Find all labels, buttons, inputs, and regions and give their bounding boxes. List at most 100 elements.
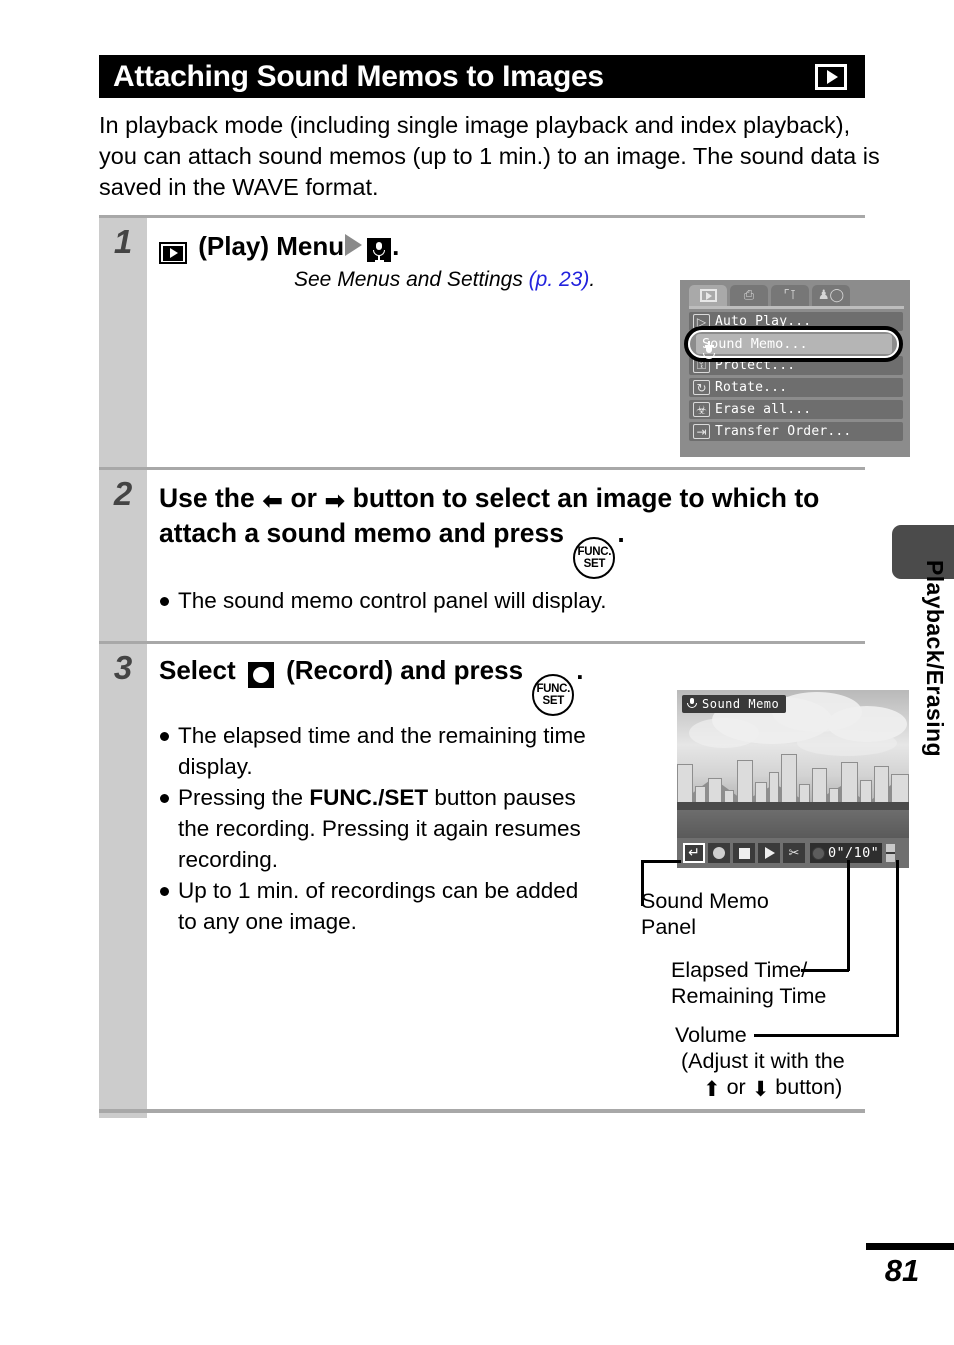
step-3-heading-part1: Select	[159, 655, 236, 685]
camera-menu-items: ▷ Auto Play... ♂ Sound Memo... ⚿ Protect…	[680, 312, 910, 441]
elapsed-time-callout: Elapsed Time/ Remaining Time	[671, 957, 826, 1009]
sound-memo-icon	[367, 238, 392, 262]
menu-item-rotate[interactable]: ↻ Rotate...	[689, 378, 903, 397]
menu-item-protect[interactable]: ⚿ Protect...	[689, 356, 903, 375]
step-2-heading-period: .	[617, 518, 625, 548]
menu-item-label: Sound Memo...	[702, 336, 808, 352]
mic-indicator-icon	[812, 846, 825, 860]
steps-table: 1 (Play) Menu. See Menus and Settings (p…	[99, 215, 910, 1118]
microphone-icon	[686, 697, 697, 711]
cloud-shape	[689, 718, 759, 748]
erase-icon: ✂	[788, 845, 800, 861]
intro-paragraph: In playback mode (including single image…	[99, 112, 880, 200]
step-2-heading-part2: button to select an image to which to at…	[159, 483, 820, 548]
list-item: The elapsed time and the remaining time …	[159, 720, 589, 782]
callout-line: ⬆ or ⬇ button)	[703, 1074, 845, 1100]
menu-item-label: Erase all...	[715, 402, 812, 417]
play-button[interactable]	[758, 843, 780, 863]
func-set-emphasis: FUNC./SET	[309, 785, 429, 810]
panel-callout-leader-h	[641, 860, 681, 863]
func-set-button-icon: FUNC. SET	[573, 537, 616, 579]
reference-note-tail: .	[589, 268, 596, 291]
camera-tab-my-camera[interactable]: ♟◯	[812, 285, 850, 306]
camera-photo-screenshot: Sound Memo ↵ ✂ 0"/10"	[677, 690, 909, 868]
step-2-body: Use the ⬅ or ➡ button to select an image…	[147, 470, 865, 641]
menu-item-sound-memo-selected[interactable]: Sound Memo...	[696, 334, 892, 354]
camera-tab-underline	[689, 306, 904, 309]
volume-callout-leader-v	[896, 860, 899, 1036]
callout-line: (Adjust it with the	[681, 1049, 845, 1073]
rotate-icon: ↻	[693, 380, 710, 395]
camera-menu-screenshot: ⎙ ⌜⊺ ♟◯ ▷ Auto Play... ♂ Sound Memo...	[680, 280, 910, 457]
footer-rule	[866, 1243, 954, 1250]
play-triangle-icon	[765, 847, 775, 859]
menu-item-erase-all[interactable]: ☣ Erase all...	[689, 400, 903, 419]
menu-item-label: Auto Play...	[715, 314, 812, 329]
callout-tail: button)	[775, 1075, 843, 1099]
step-3: 3 Select (Record) and press FUNC. SET . …	[99, 641, 909, 1118]
menu-item-auto-play[interactable]: ▷ Auto Play...	[689, 312, 903, 331]
section-tab-label: Playback/Erasing	[922, 560, 948, 757]
step-2-heading: Use the ⬅ or ➡ button to select an image…	[159, 481, 865, 579]
step-2-heading-part1: Use the	[159, 483, 255, 513]
reference-page-link[interactable]: (p. 23)	[529, 268, 590, 291]
func-label: FUNC.	[536, 683, 571, 695]
step-1-heading-text: (Play) Menu	[198, 231, 345, 261]
step-3-body: Select (Record) and press FUNC. SET . Th…	[147, 644, 909, 1118]
record-button[interactable]	[708, 843, 730, 863]
volume-indicator[interactable]	[886, 844, 896, 862]
transfer-icon: ⇥	[693, 424, 710, 439]
step-3-heading-part2: (Record) and press	[286, 655, 524, 685]
trash-icon: ☣	[693, 402, 710, 417]
menu-item-transfer-order[interactable]: ⇥ Transfer Order...	[689, 422, 903, 441]
time-callout-leader-v	[847, 860, 850, 971]
camera-tab-playback[interactable]	[689, 285, 727, 306]
step-1: 1 (Play) Menu. See Menus and Settings (p…	[99, 215, 910, 467]
page-title-bar: Attaching Sound Memos to Images	[99, 55, 865, 98]
list-item: Pressing the FUNC./SET button pauses the…	[159, 782, 589, 875]
protect-icon: ⚿	[693, 358, 710, 373]
step-2: 2 Use the ⬅ or ➡ button to select an ima…	[99, 467, 865, 641]
stop-button[interactable]	[733, 843, 755, 863]
func-set-button-icon: FUNC. SET	[532, 674, 575, 716]
camera-tab-setup[interactable]: ⌜⊺	[771, 285, 809, 306]
my-camera-tab-icon: ♟◯	[817, 288, 845, 303]
record-circle-icon	[713, 847, 725, 859]
arrow-left-icon: ⬅	[262, 486, 284, 515]
sound-memo-panel: ↵ ✂ 0"/10"	[677, 840, 909, 866]
step-1-heading: (Play) Menu.	[159, 229, 865, 264]
cloud-shape	[797, 730, 897, 756]
steps-bottom-rule	[99, 1109, 865, 1113]
callout-line: Sound Memo	[641, 889, 769, 913]
auto-play-icon: ▷	[693, 314, 710, 329]
arrow-right-icon	[345, 234, 363, 256]
step-1-body: (Play) Menu. See Menus and Settings (p. …	[147, 218, 910, 467]
sound-memo-panel-callout: Sound Memo Panel	[641, 888, 769, 940]
step-1-number: 1	[99, 218, 147, 467]
exit-arrow-icon: ↵	[688, 845, 700, 861]
step-2-heading-or: or	[290, 483, 317, 513]
callout-line: Volume	[675, 1023, 747, 1047]
exit-button[interactable]: ↵	[683, 843, 705, 863]
sound-memo-badge: Sound Memo	[682, 695, 787, 713]
playback-mode-icon	[815, 63, 847, 90]
set-label: SET	[583, 558, 606, 570]
set-label: SET	[542, 695, 565, 707]
menu-item-label: Rotate...	[715, 380, 788, 395]
water-surface	[677, 810, 909, 838]
arrow-right-icon: ➡	[324, 486, 346, 515]
bullet-text-pre: Pressing the	[178, 785, 310, 810]
arrow-up-icon: ⬆	[703, 1077, 721, 1101]
erase-button[interactable]: ✂	[783, 843, 805, 863]
camera-menu-tabs: ⎙ ⌜⊺ ♟◯	[680, 280, 910, 306]
play-menu-icon	[159, 242, 187, 264]
elapsed-remaining-time: 0"/10"	[828, 845, 880, 861]
record-icon	[247, 662, 274, 688]
camera-tab-print[interactable]: ⎙	[730, 285, 768, 306]
page-number: 81	[884, 1253, 920, 1288]
reference-note-text: See Menus and Settings	[294, 268, 529, 291]
func-label: FUNC.	[577, 546, 612, 558]
volume-callout: Volume (Adjust it with the ⬆ or ⬇ button…	[675, 1022, 845, 1100]
playback-tab-icon	[699, 289, 717, 302]
arrow-down-icon: ⬇	[751, 1077, 770, 1101]
